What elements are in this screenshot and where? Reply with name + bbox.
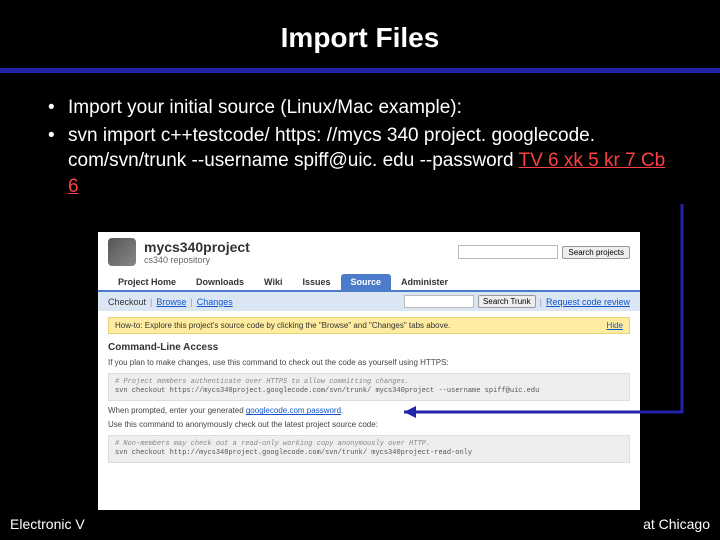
tab-downloads[interactable]: Downloads: [186, 274, 254, 290]
codebox-auth-comment: # Project members authenticate over HTTP…: [115, 378, 409, 386]
codebox-anon-cmd: svn checkout http://mycs340project.googl…: [115, 449, 472, 457]
footer-right: at Chicago: [643, 516, 710, 532]
prompt-post: .: [341, 406, 343, 415]
footer-left: Electronic V: [10, 516, 85, 532]
trunk-search-button[interactable]: Search Trunk: [478, 295, 536, 308]
request-review-link[interactable]: Request code review: [546, 297, 630, 307]
howto-hide-link[interactable]: Hide: [607, 321, 623, 330]
tab-source[interactable]: Source: [341, 274, 392, 290]
prompt-pre: When prompted, enter your generated: [108, 406, 246, 415]
bullet-2-text: svn import c++testcode/ https: //mycs 34…: [68, 125, 595, 172]
separator: |: [540, 297, 542, 307]
googlecode-password-link[interactable]: googlecode.com password: [246, 406, 341, 415]
bullet-2: svn import c++testcode/ https: //mycs 34…: [48, 123, 672, 200]
separator: |: [150, 297, 152, 307]
project-subtitle: cs340 repository: [144, 255, 250, 265]
codebox-auth-cmd: svn checkout https://mycs340project.goog…: [115, 387, 539, 395]
project-logo-icon: [108, 238, 136, 266]
tab-project-home[interactable]: Project Home: [108, 274, 186, 290]
top-search: Search projects: [458, 245, 630, 259]
bullet-list: Import your initial source (Linux/Mac ex…: [0, 73, 720, 212]
codebox-anon: # Non-members may check out a read-only …: [108, 435, 630, 463]
codebox-anon-comment: # Non-members may check out a read-only …: [115, 440, 430, 448]
googlecode-page: mycs340project cs340 repository Search p…: [98, 232, 640, 510]
tab-administer[interactable]: Administer: [391, 274, 458, 290]
trunk-search-input[interactable]: [404, 295, 474, 308]
cli-section-title: Command-Line Access: [98, 340, 640, 355]
codebox-auth: # Project members authenticate over HTTP…: [108, 373, 630, 401]
source-subtabs: Checkout | Browse | Changes Search Trunk…: [98, 292, 640, 311]
slide-footer: Electronic V at Chicago: [10, 516, 710, 532]
slide-title: Import Files: [0, 0, 720, 68]
project-name: mycs340project: [144, 239, 250, 255]
password-prompt-line: When prompted, enter your generated goog…: [98, 404, 640, 417]
embedded-screenshot: mycs340project cs340 repository Search p…: [98, 232, 640, 510]
subbar-right: Search Trunk | Request code review: [404, 295, 630, 308]
anon-intro-text: Use this command to anonymously check ou…: [98, 417, 640, 432]
project-header: mycs340project cs340 repository Search p…: [98, 232, 640, 268]
project-title-block: mycs340project cs340 repository: [144, 239, 250, 265]
top-search-input[interactable]: [458, 245, 558, 259]
top-search-button[interactable]: Search projects: [562, 246, 630, 259]
bullet-1-text: Import your initial source (Linux/Mac ex…: [68, 97, 462, 118]
main-tabs: Project Home Downloads Wiki Issues Sourc…: [98, 268, 640, 292]
separator: |: [190, 297, 192, 307]
bullet-1: Import your initial source (Linux/Mac ex…: [48, 95, 672, 121]
howto-banner: How-to: Explore this project's source co…: [108, 317, 630, 334]
cli-intro-text: If you plan to make changes, use this co…: [98, 355, 640, 370]
tab-issues[interactable]: Issues: [292, 274, 340, 290]
subtab-changes[interactable]: Changes: [197, 297, 233, 307]
subtab-checkout[interactable]: Checkout: [108, 297, 146, 307]
tab-wiki[interactable]: Wiki: [254, 274, 292, 290]
howto-text: How-to: Explore this project's source co…: [115, 321, 450, 330]
subtab-browse[interactable]: Browse: [156, 297, 186, 307]
